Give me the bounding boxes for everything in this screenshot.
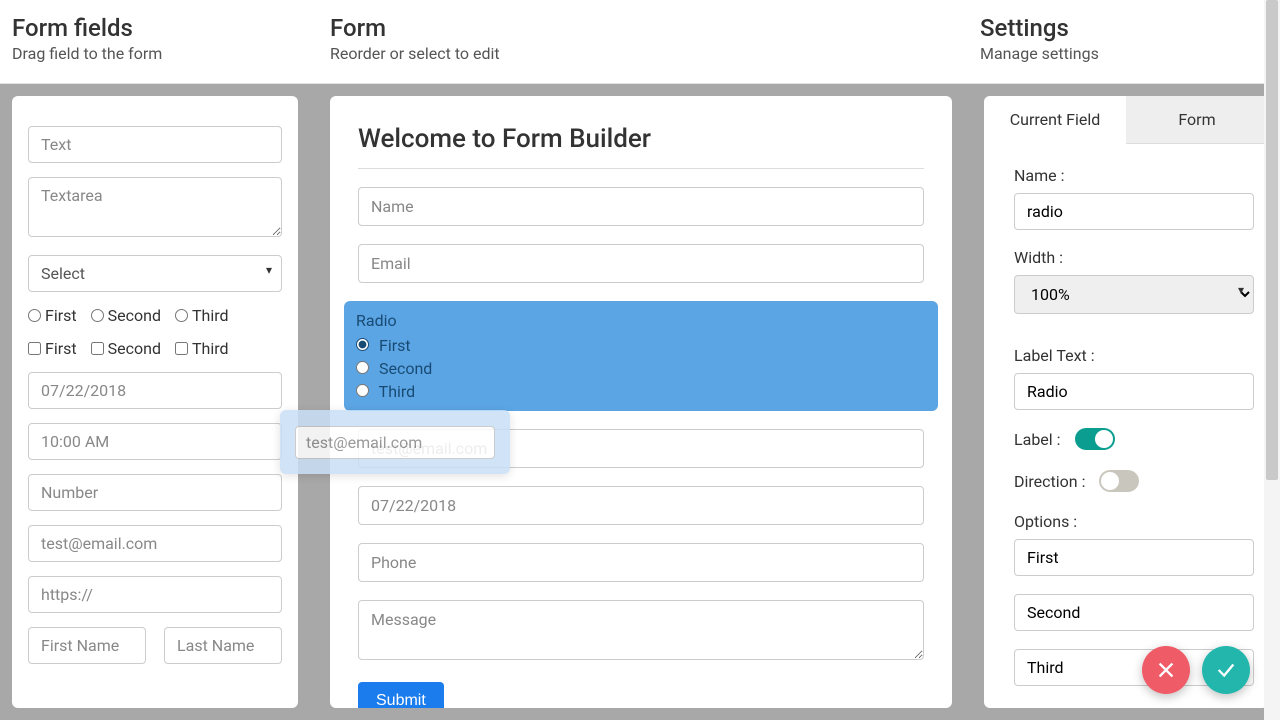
fields-heading: Form fields (12, 14, 318, 42)
settings-heading: Settings (980, 14, 1268, 42)
palette-firstname-field[interactable] (28, 627, 146, 664)
form-canvas: Welcome to Form Builder Radio First Seco… (330, 96, 952, 708)
tab-current-field[interactable]: Current Field (984, 96, 1126, 144)
submit-button[interactable]: Submit (358, 682, 444, 708)
tab-form[interactable]: Form (1126, 96, 1268, 144)
form-subheading: Reorder or select to edit (330, 44, 968, 63)
form-message-field[interactable] (358, 600, 924, 660)
window-scrollbar[interactable] (1264, 0, 1280, 720)
drag-ghost[interactable]: test@email.com (280, 410, 510, 474)
form-name-field[interactable] (358, 187, 924, 226)
divider (358, 168, 924, 169)
palette-time-field[interactable] (28, 423, 282, 460)
palette-panel: Select First Second Third First Second T… (12, 96, 298, 708)
form-heading: Form (330, 14, 968, 42)
palette-radio-group[interactable]: First Second Third (28, 306, 282, 325)
setting-labeltext-label: Label Text : (1014, 346, 1254, 365)
topbar: Form fields Drag field to the form Form … (0, 0, 1280, 84)
setting-name-label: Name : (1014, 166, 1254, 185)
fields-subheading: Drag field to the form (12, 44, 318, 63)
drag-ghost-label: test@email.com (295, 426, 495, 459)
setting-direction-label: Direction : (1014, 472, 1085, 491)
palette-select-field[interactable]: Select (28, 255, 282, 292)
palette-date-field[interactable] (28, 372, 282, 409)
setting-option-1[interactable] (1014, 539, 1254, 576)
setting-options-label: Options : (1014, 512, 1254, 531)
setting-width-label: Width : (1014, 248, 1254, 267)
close-icon (1155, 659, 1177, 681)
setting-option-2[interactable] (1014, 594, 1254, 631)
cancel-fab[interactable] (1142, 646, 1190, 694)
confirm-fab[interactable] (1202, 646, 1250, 694)
palette-textarea-field[interactable] (28, 177, 282, 237)
form-phone-field[interactable] (358, 543, 924, 582)
selected-radio-block[interactable]: Radio First Second Third (344, 301, 938, 411)
setting-direction-toggle[interactable] (1099, 470, 1139, 492)
palette-number-field[interactable] (28, 474, 282, 511)
setting-width-select[interactable]: 100% (1014, 275, 1254, 314)
setting-name-input[interactable] (1014, 193, 1254, 230)
setting-labeltext-input[interactable] (1014, 373, 1254, 410)
palette-url-field[interactable] (28, 576, 282, 613)
settings-subheading: Manage settings (980, 44, 1268, 63)
palette-text-field[interactable] (28, 126, 282, 163)
palette-email-field[interactable] (28, 525, 282, 562)
palette-lastname-field[interactable] (164, 627, 282, 664)
form-email-field[interactable] (358, 244, 924, 283)
scrollbar-thumb[interactable] (1266, 0, 1278, 480)
setting-label-toggle[interactable] (1075, 428, 1115, 450)
setting-label-toggle-label: Label : (1014, 430, 1061, 449)
palette-checkbox-group[interactable]: First Second Third (28, 339, 282, 358)
radio-block-label: Radio (356, 311, 926, 330)
check-icon (1215, 659, 1237, 681)
form-date-field[interactable] (358, 486, 924, 525)
settings-panel: Current Field Form Name : Width : 100% L… (984, 96, 1268, 708)
form-title: Welcome to Form Builder (358, 124, 924, 154)
